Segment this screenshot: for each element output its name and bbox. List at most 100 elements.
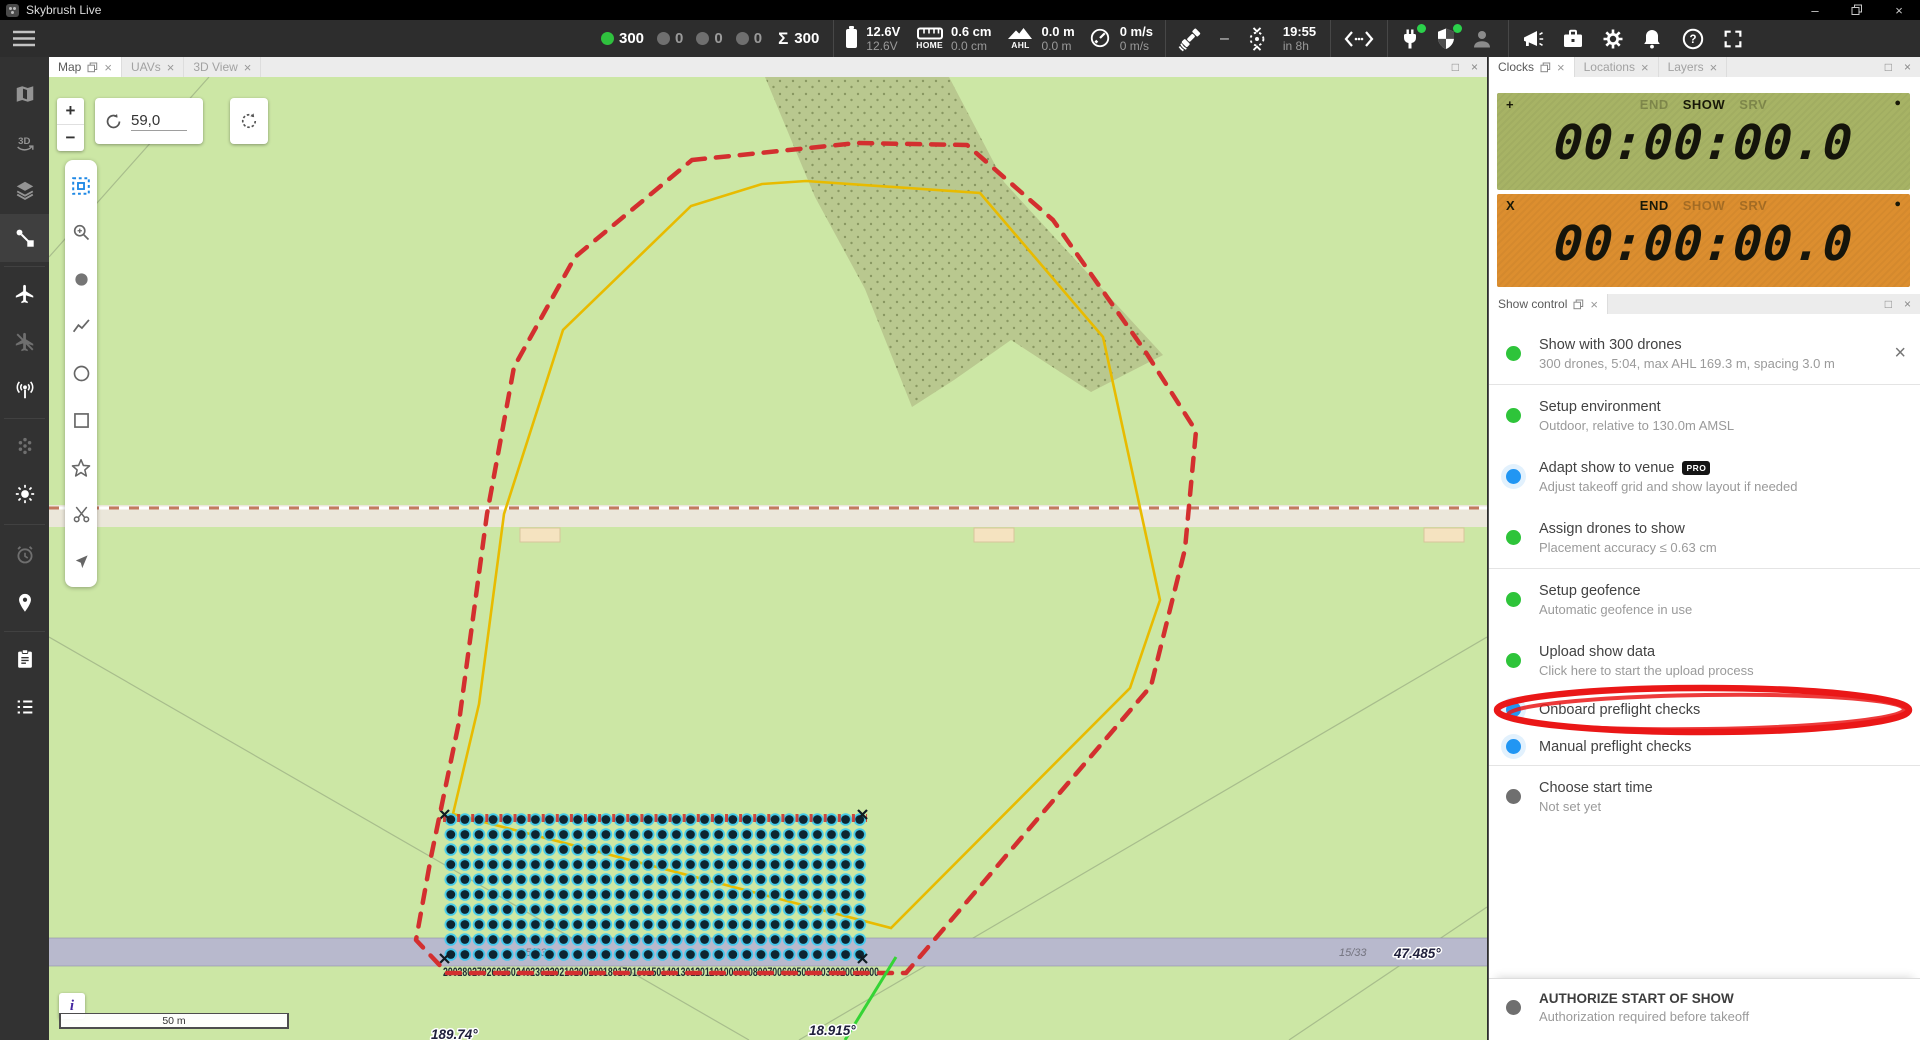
sidebar-log-button[interactable] (0, 683, 49, 731)
sidebar-layers-button[interactable] (0, 166, 49, 214)
close-icon[interactable]: × (1894, 342, 1906, 365)
takeoff-grid[interactable]: 2902802702602502402302202102001901801701… (440, 810, 879, 979)
status-dot-icon (1506, 789, 1521, 804)
tool-select-button[interactable] (65, 162, 97, 209)
close-icon[interactable]: × (1590, 298, 1598, 311)
zoom-in-button[interactable]: + (57, 98, 84, 124)
settings-button[interactable] (1601, 27, 1625, 51)
zoom-out-button[interactable]: − (57, 125, 84, 151)
broadcast-button[interactable] (1521, 27, 1545, 51)
tool-cut-button[interactable] (65, 491, 97, 538)
close-button[interactable]: × (1878, 0, 1920, 20)
skybrush-live-app: Skybrush Live – × 300 0 0 0 Σ 300 (0, 0, 1920, 1040)
tab-uavs[interactable]: UAVs × (122, 57, 184, 77)
show-control-item[interactable]: Manual preflight checks (1489, 728, 1920, 765)
maximize-panel-icon[interactable]: □ (1885, 297, 1892, 311)
rtk-status[interactable]: – (1220, 30, 1229, 48)
show-control-item[interactable]: Adapt show to venuePROAdjust takeoff gri… (1489, 446, 1920, 507)
tab-3d-view[interactable]: 3D View × (184, 57, 261, 77)
help-button[interactable]: ? (1681, 27, 1705, 51)
restore-button[interactable] (1836, 0, 1878, 20)
sidebar-missing-uavs-button[interactable] (0, 318, 49, 366)
building (974, 528, 1014, 542)
show-control-list: Show with 300 drones300 drones, 5:04, ma… (1489, 314, 1920, 827)
rc-button[interactable] (1343, 28, 1375, 50)
velocity-status[interactable]: 0 m/s 0 m/s (1089, 24, 1153, 54)
show-control-item[interactable]: Show with 300 drones300 drones, 5:04, ma… (1489, 323, 1920, 384)
notifications-button[interactable] (1640, 27, 1664, 51)
close-icon[interactable]: × (167, 61, 175, 74)
fullscreen-button[interactable] (1722, 28, 1744, 50)
show-control-item[interactable]: Choose start timeNot set yet (1489, 766, 1920, 827)
sidebar-light-control-button[interactable] (0, 470, 49, 518)
reset-rotation-icon[interactable] (104, 112, 123, 131)
authorize-item[interactable]: AUTHORIZE START OF SHOW Authorization re… (1489, 978, 1920, 1040)
gear-icon (1601, 27, 1625, 51)
gps-status-button[interactable] (1176, 25, 1206, 53)
tab-map[interactable]: Map × (49, 57, 122, 77)
sidebar-alarm-button[interactable] (0, 531, 49, 579)
show-control-item[interactable]: Assign drones to showPlacement accuracy … (1489, 507, 1920, 568)
close-icon[interactable]: × (1557, 61, 1565, 74)
show-control-item[interactable]: Setup environmentOutdoor, relative to 13… (1489, 385, 1920, 446)
sidebar-show-button[interactable] (0, 635, 49, 683)
popout-icon[interactable] (1540, 62, 1551, 73)
user-button[interactable] (1470, 27, 1494, 51)
close-icon[interactable]: × (244, 61, 252, 74)
server-connection-button[interactable] (1398, 27, 1422, 51)
record-dot-icon: ● (1894, 198, 1901, 213)
orientation-button[interactable] (1243, 25, 1271, 53)
tool-edit-button[interactable] (65, 538, 97, 585)
close-icon[interactable]: × (1641, 61, 1649, 74)
menu-button[interactable] (12, 30, 38, 47)
sidebar-show-control-button[interactable] (0, 214, 49, 262)
drone-count-summary[interactable]: 300 0 0 0 Σ 300 (601, 29, 819, 49)
show-control-item[interactable]: Upload show dataClick here to start the … (1489, 630, 1920, 691)
maximize-panel-icon[interactable]: □ (1885, 60, 1892, 74)
tool-point-button[interactable] (65, 256, 97, 303)
tab-show-control[interactable]: Show control × (1489, 294, 1608, 314)
close-icon[interactable]: × (1710, 61, 1718, 74)
sidebar-rtk-button[interactable] (0, 366, 49, 414)
tool-star-button[interactable] (65, 444, 97, 491)
toolbox-button[interactable] (1561, 27, 1585, 51)
battery-status[interactable]: 12.6V 12.6V (846, 24, 900, 54)
map-canvas[interactable]: 15/33 15/33 2902802702602502402302202102… (49, 77, 1487, 1040)
sidebar-swarm-button[interactable] (0, 422, 49, 470)
tool-zoom-button[interactable] (65, 209, 97, 256)
list-icon (14, 696, 36, 718)
fit-rotation-button[interactable] (230, 98, 268, 144)
show-control-item[interactable]: Setup geofenceAutomatic geofence in use (1489, 569, 1920, 630)
popout-icon[interactable] (1573, 299, 1584, 310)
satellite-icon (1176, 25, 1206, 53)
show-control-item[interactable]: Onboard preflight checks (1489, 691, 1920, 728)
rotation-control (95, 98, 203, 144)
close-panel-icon[interactable]: × (1904, 60, 1911, 74)
minimize-button[interactable]: – (1794, 0, 1836, 20)
clock-status[interactable]: 19:55 in 8h (1283, 24, 1316, 54)
close-panel-icon[interactable]: × (1904, 297, 1911, 311)
fullscreen-icon (1722, 28, 1744, 50)
sidebar-locations-button[interactable] (0, 579, 49, 627)
toolbar-time: 19:55 (1283, 24, 1316, 40)
map-tabbar: Map × UAVs × 3D View × □ × (49, 57, 1487, 77)
rotation-input[interactable] (131, 112, 187, 131)
tab-locations[interactable]: Locations × (1575, 57, 1659, 77)
sidebar-map-button[interactable] (0, 70, 49, 118)
placement-accuracy-status[interactable]: HOME 0.6 cm 0.0 cm (916, 24, 991, 54)
map-pin-icon (14, 592, 36, 614)
safety-button[interactable] (1434, 27, 1458, 51)
tool-circle-button[interactable] (65, 350, 97, 397)
tool-rectangle-button[interactable] (65, 397, 97, 444)
sidebar-uavs-button[interactable] (0, 270, 49, 318)
altitude-status[interactable]: AHL 0.0 m 0.0 m (1007, 24, 1074, 54)
titlebar: Skybrush Live – × (0, 0, 1920, 20)
sidebar-3d-button[interactable]: 3D (0, 118, 49, 166)
popout-icon[interactable] (87, 62, 98, 73)
maximize-panel-icon[interactable]: □ (1452, 60, 1459, 74)
tool-path-button[interactable] (65, 303, 97, 350)
tab-layers[interactable]: Layers × (1659, 57, 1728, 77)
close-panel-icon[interactable]: × (1471, 60, 1478, 74)
tab-clocks[interactable]: Clocks × (1489, 57, 1575, 77)
close-icon[interactable]: × (104, 61, 112, 74)
